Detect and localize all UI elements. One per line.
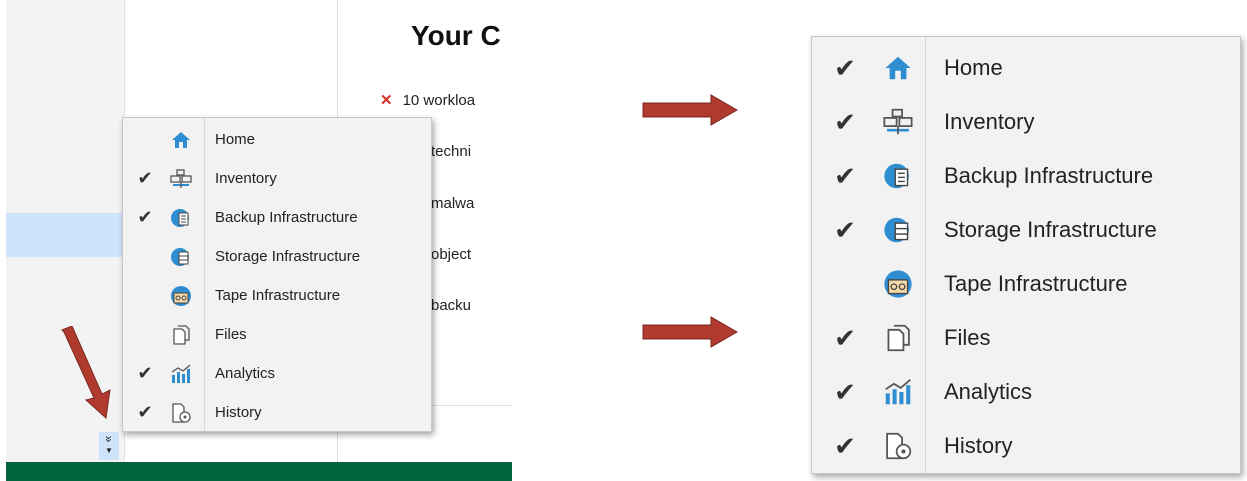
menu-item-label: Inventory — [215, 170, 277, 187]
menu-item-label: Analytics — [215, 365, 276, 382]
navigation-options-menu: Home ✔ Inventory ✔ Backup Infrastructure… — [122, 117, 432, 432]
status-bar — [6, 462, 512, 481]
checkmark-icon: ✔ — [834, 106, 856, 137]
left-screenshot: Your C ✕ 10 workloa IO techni IO malwa IO… — [0, 0, 512, 481]
checkmark-icon: ✔ — [834, 322, 856, 353]
menu-item-tape-infrastructure[interactable]: Tape Infrastructure — [123, 276, 431, 315]
checkmark-icon: ✔ — [137, 168, 153, 188]
menu-item-label: Tape Infrastructure — [944, 271, 1128, 296]
menu-item-label: Tape Infrastructure — [215, 287, 341, 304]
tape-infrastructure-icon — [167, 285, 195, 307]
menu-item-label: Backup Infrastructure — [944, 163, 1154, 188]
checkmark-icon: ✔ — [834, 214, 856, 245]
inventory-icon — [167, 168, 195, 189]
navigation-options-menu-zoomed: ✔ Home ✔ Inventory ✔ Backup Infrastructu… — [811, 36, 1241, 474]
analytics-icon — [878, 378, 918, 406]
checkmark-icon: ✔ — [834, 430, 856, 461]
menu-item-label: Files — [944, 325, 991, 350]
inventory-icon — [878, 108, 918, 136]
menu-item-analytics[interactable]: ✔ Analytics — [123, 354, 431, 393]
tape-infrastructure-icon — [878, 269, 918, 299]
chevron-double-down-icon: » — [102, 435, 116, 443]
checkmark-icon: ✔ — [137, 207, 153, 227]
annotation-arrow — [642, 94, 739, 126]
history-icon — [167, 402, 195, 424]
menu-item-label: Home — [215, 131, 256, 148]
storage-infrastructure-icon — [878, 215, 918, 245]
menu-item-analytics[interactable]: ✔ Analytics — [812, 365, 1240, 419]
failed-icon: ✕ — [380, 92, 393, 109]
menu-item-inventory[interactable]: ✔ Inventory — [123, 159, 431, 198]
menu-item-label: Storage Infrastructure — [215, 248, 361, 265]
checkmark-icon: ✔ — [834, 160, 856, 191]
status-row: ✕ 10 workloa — [380, 91, 475, 109]
menu-item-label: Home — [944, 55, 1003, 80]
menu-item-storage-infrastructure[interactable]: ✔ Storage Infrastructure — [812, 203, 1240, 257]
storage-infrastructure-icon — [167, 246, 195, 268]
checkmark-icon: ✔ — [137, 402, 153, 422]
home-icon — [878, 55, 918, 81]
menu-item-history[interactable]: ✔ History — [812, 419, 1240, 473]
checkmark-icon: ✔ — [834, 52, 856, 83]
menu-item-label: Inventory — [944, 109, 1035, 134]
menu-item-home[interactable]: ✔ Home — [812, 41, 1240, 95]
files-icon — [878, 323, 918, 353]
backup-infrastructure-icon — [167, 207, 195, 229]
annotation-arrow — [642, 316, 739, 348]
menu-item-label: History — [215, 404, 262, 421]
page-heading: Your C — [411, 20, 501, 51]
menu-item-backup-infrastructure[interactable]: ✔ Backup Infrastructure — [123, 198, 431, 237]
checkmark-icon: ✔ — [137, 363, 153, 383]
menu-item-home[interactable]: Home — [123, 120, 431, 159]
menu-item-label: Storage Infrastructure — [944, 217, 1157, 242]
history-icon — [878, 431, 918, 461]
menu-item-history[interactable]: ✔ History — [123, 393, 431, 432]
menu-item-inventory[interactable]: ✔ Inventory — [812, 95, 1240, 149]
menu-item-backup-infrastructure[interactable]: ✔ Backup Infrastructure — [812, 149, 1240, 203]
menu-item-label: History — [944, 433, 1013, 458]
menu-item-files[interactable]: Files — [123, 315, 431, 354]
overflow-menu-button[interactable]: » ▼ — [99, 432, 119, 460]
menu-item-label: Files — [215, 326, 247, 343]
backup-infrastructure-icon — [878, 161, 918, 191]
checkmark-icon: ✔ — [834, 376, 856, 407]
files-icon — [167, 324, 195, 346]
status-row-text: 10 workloa — [402, 92, 476, 109]
menu-item-label: Backup Infrastructure — [215, 209, 358, 226]
home-icon — [167, 131, 195, 149]
menu-item-label: Analytics — [944, 379, 1033, 404]
analytics-icon — [167, 364, 195, 384]
menu-item-tape-infrastructure[interactable]: Tape Infrastructure — [812, 257, 1240, 311]
menu-item-files[interactable]: ✔ Files — [812, 311, 1240, 365]
selected-navigation-row[interactable] — [6, 213, 124, 257]
menu-item-storage-infrastructure[interactable]: Storage Infrastructure — [123, 237, 431, 276]
annotation-arrow — [61, 326, 111, 419]
